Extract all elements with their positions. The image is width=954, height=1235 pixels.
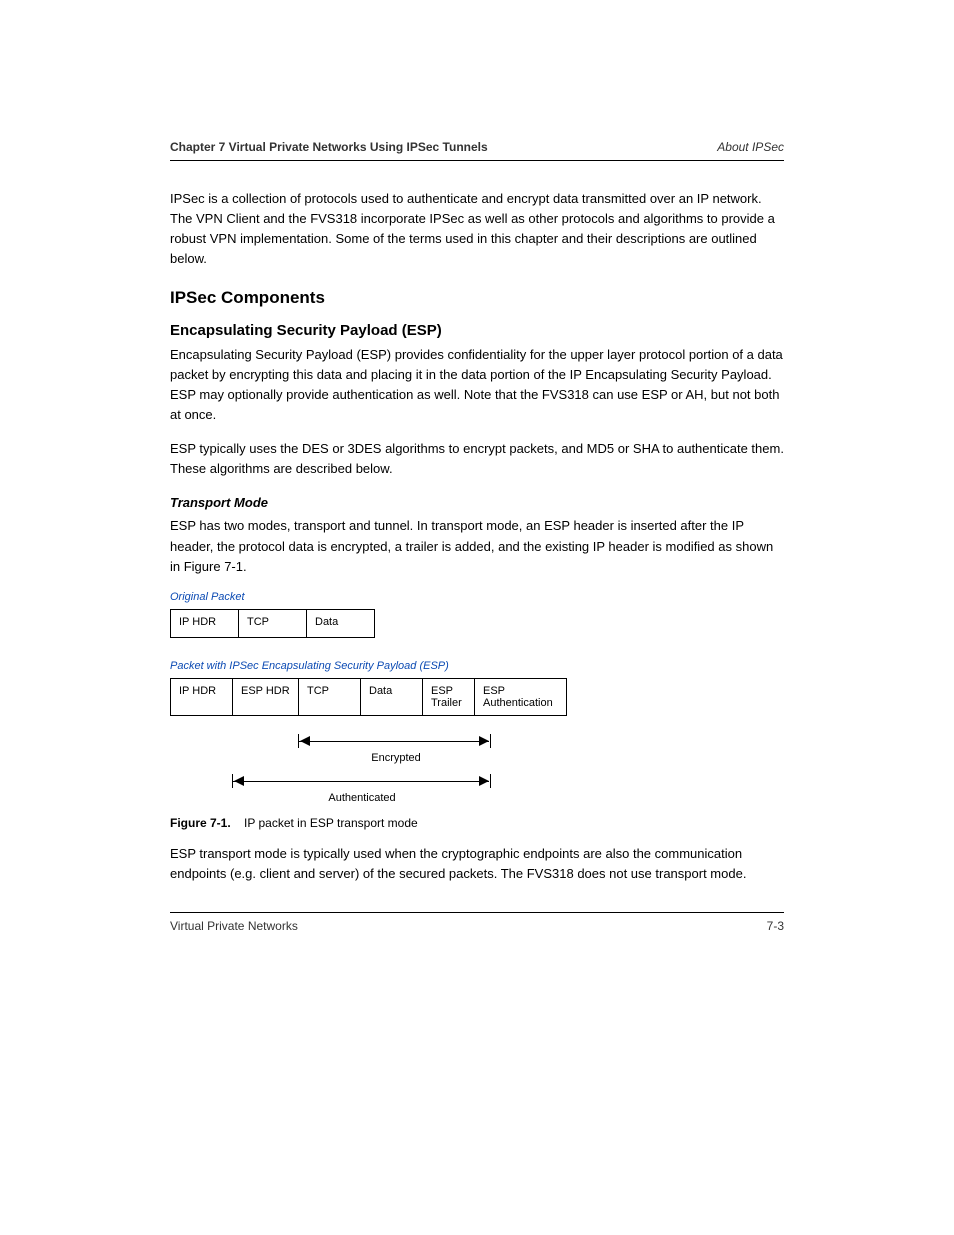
encrypted-arrow-head-left	[300, 736, 310, 746]
paragraph-intro: IPSec is a collection of protocols used …	[170, 189, 784, 270]
cell-data: Data	[307, 609, 375, 637]
auth-cap-right	[490, 774, 491, 788]
encrypted-label: Encrypted	[371, 752, 421, 764]
cell-tcp-2: TCP	[299, 678, 361, 715]
cell-esp-auth: ESP Authentication	[475, 678, 567, 715]
header-section: About IPSec	[717, 140, 784, 154]
encrypted-arrow-line	[299, 741, 489, 742]
cell-tcp: TCP	[239, 609, 307, 637]
cell-ip-hdr-2: IP HDR	[171, 678, 233, 715]
auth-arrow-line	[233, 781, 489, 782]
esp-packet-table: IP HDR ESP HDR TCP Data ESP Trailer ESP …	[170, 678, 567, 716]
page-footer: Virtual Private Networks 7-3	[170, 912, 784, 933]
footer-section: Virtual Private Networks	[170, 919, 298, 933]
figure-number: Figure 7-1.	[170, 816, 231, 830]
auth-arrow-head-left	[234, 776, 244, 786]
document-page: Chapter 7 Virtual Private Networks Using…	[0, 0, 954, 1013]
paragraph-esp-1: Encapsulating Security Payload (ESP) pro…	[170, 345, 784, 426]
paragraph-esp-2: ESP typically uses the DES or 3DES algor…	[170, 439, 784, 479]
figure-arrow-annotations: Encrypted Authenticated	[170, 720, 784, 810]
auth-label: Authenticated	[328, 792, 395, 804]
footer-page-number: 7-3	[767, 919, 784, 933]
figure-esp-label: Packet with IPSec Encapsulating Security…	[170, 660, 784, 672]
figure-title: IP packet in ESP transport mode	[244, 816, 418, 830]
original-packet-table: IP HDR TCP Data	[170, 609, 375, 638]
heading-transport-mode: Transport Mode	[170, 495, 784, 510]
figure-esp-transport: Original Packet IP HDR TCP Data Packet w…	[170, 591, 784, 810]
cell-ip-hdr: IP HDR	[171, 609, 239, 637]
cell-data-2: Data	[361, 678, 423, 715]
figure-caption: Figure 7-1. IP packet in ESP transport m…	[170, 816, 784, 830]
page-header: Chapter 7 Virtual Private Networks Using…	[170, 140, 784, 161]
cell-esp-trailer: ESP Trailer	[423, 678, 475, 715]
paragraph-transport-2: ESP transport mode is typically used whe…	[170, 844, 784, 884]
encrypted-cap-right	[490, 734, 491, 748]
paragraph-transport-1: ESP has two modes, transport and tunnel.…	[170, 516, 784, 576]
header-chapter: Chapter 7 Virtual Private Networks Using…	[170, 140, 488, 154]
cell-esp-hdr: ESP HDR	[233, 678, 299, 715]
heading-esp: Encapsulating Security Payload (ESP)	[170, 322, 784, 339]
figure-original-label: Original Packet	[170, 591, 784, 603]
auth-arrow-head-right	[479, 776, 489, 786]
encrypted-arrow-head-right	[479, 736, 489, 746]
heading-ipsec-components: IPSec Components	[170, 288, 784, 308]
